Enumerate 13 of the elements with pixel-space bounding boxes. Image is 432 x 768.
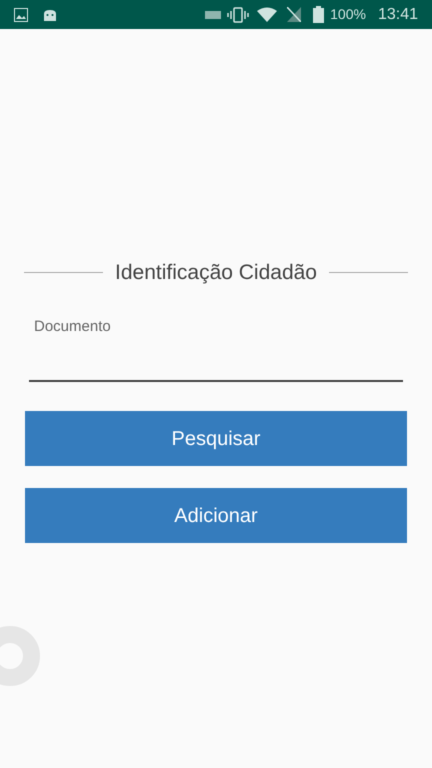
keyboard-icon [205,10,222,18]
image-icon [14,8,28,22]
no-signal-icon [287,7,302,22]
action-button[interactable]: Adicionar [25,488,407,543]
vibrate-icon [227,6,250,22]
battery-percent: 100% [330,5,366,24]
clock: 13:41 [378,4,418,24]
battery-icon [313,6,324,23]
wifi-icon [257,7,278,22]
action-button[interactable]: Pesquisar [25,411,407,466]
android-icon [43,8,57,22]
field-label: Documento [34,316,112,336]
form-title: Identificação Cidadão [114,260,318,286]
